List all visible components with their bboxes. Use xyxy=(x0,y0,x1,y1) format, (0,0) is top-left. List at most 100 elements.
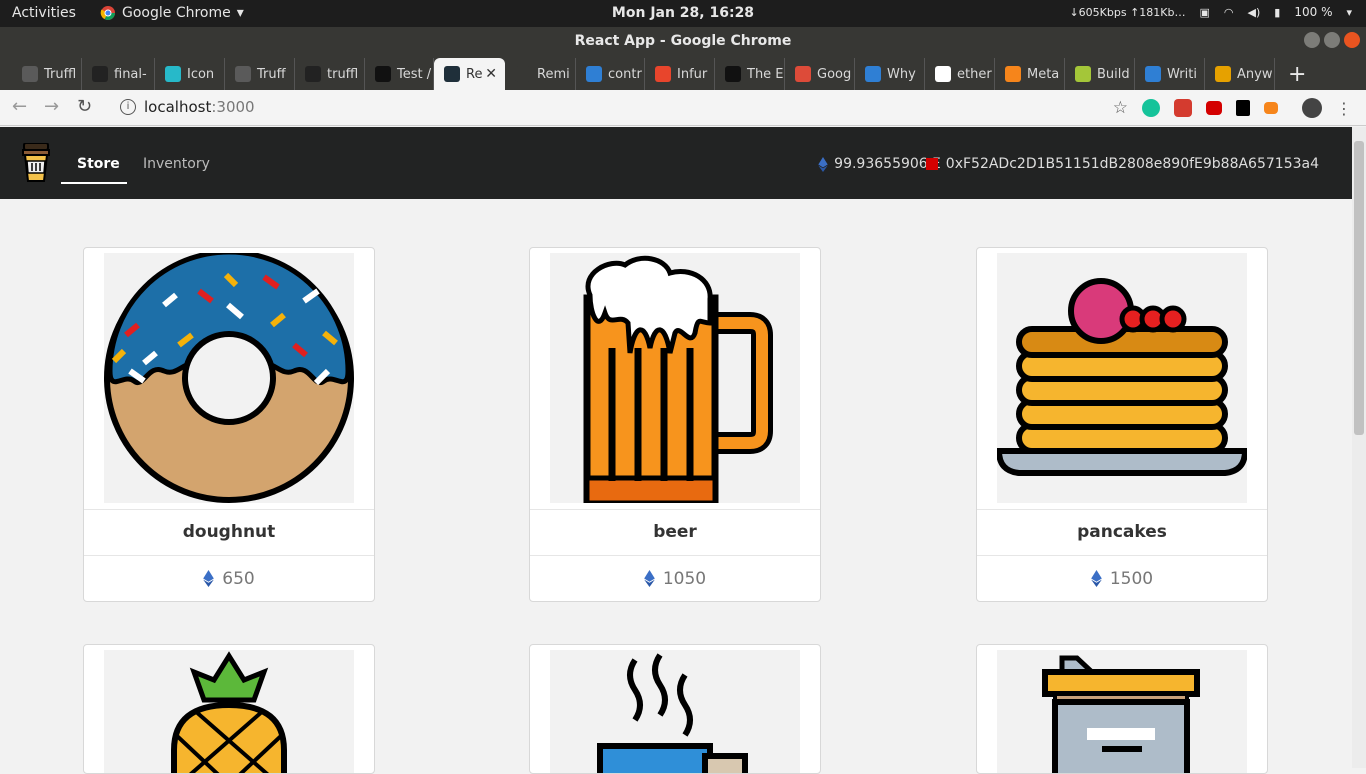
browser-tab[interactable]: Build xyxy=(1065,58,1135,90)
eth-balance: 99.93655906 Ξ xyxy=(818,156,941,172)
tab-label: The E xyxy=(747,66,784,82)
tab-favicon-icon xyxy=(22,66,38,82)
product-price-value: 1050 xyxy=(662,568,707,589)
tab-favicon-icon xyxy=(235,66,251,82)
forward-arrow-icon[interactable]: → xyxy=(44,96,59,117)
scrollbar-thumb[interactable] xyxy=(1354,141,1364,435)
back-arrow-icon[interactable]: ← xyxy=(12,96,27,117)
tab-favicon-icon xyxy=(935,66,951,82)
system-tray[interactable]: ↓605Kbps ↑181Kb… ▣ ◠ ◀) ▮ 100 % ▾ xyxy=(1069,5,1352,19)
maximize-button[interactable] xyxy=(1324,32,1340,48)
tab-label: final- xyxy=(114,66,147,82)
browser-tab[interactable]: truffl xyxy=(295,58,365,90)
wifi-icon: ◠ xyxy=(1223,5,1234,19)
browser-tab[interactable]: Icon xyxy=(155,58,225,90)
product-name: beer xyxy=(530,509,820,555)
tab-favicon-icon xyxy=(305,66,321,82)
tab-favicon-icon xyxy=(1215,66,1231,82)
window-controls xyxy=(1304,32,1360,48)
tab-favicon-icon xyxy=(586,66,602,82)
browser-tab[interactable]: Truffl xyxy=(12,58,82,90)
browser-tab[interactable]: ether xyxy=(925,58,995,90)
os-top-bar: Activities Google Chrome ▾ Mon Jan 28, 1… xyxy=(0,0,1366,27)
tab-label: Remi xyxy=(537,66,570,82)
tab-favicon-icon xyxy=(795,66,811,82)
product-price: 650 xyxy=(84,555,374,601)
url-port: :3000 xyxy=(211,98,255,116)
address-bar[interactable]: i localhost:3000 xyxy=(120,98,255,116)
tab-favicon-icon xyxy=(655,66,671,82)
tab-label: Anyw xyxy=(1237,66,1273,82)
cors-icon[interactable] xyxy=(1206,101,1222,115)
browser-tab[interactable]: Re ✕ xyxy=(434,58,505,90)
tab-favicon-icon xyxy=(1075,66,1091,82)
active-tab-indicator xyxy=(61,182,127,184)
browser-tab[interactable]: Truff xyxy=(225,58,295,90)
account-identicon xyxy=(925,158,938,170)
product-price-value: 650 xyxy=(222,568,255,589)
close-tab-icon[interactable]: ✕ xyxy=(485,66,497,82)
browser-tab[interactable]: Test / xyxy=(365,58,434,90)
grammarly-icon[interactable] xyxy=(1142,99,1160,117)
browser-tab[interactable]: Anyw xyxy=(1205,58,1275,90)
tab-favicon-icon xyxy=(165,66,181,82)
product-price: 1500 xyxy=(977,555,1267,601)
browser-tab[interactable]: Meta xyxy=(995,58,1065,90)
product-card[interactable]: pancakes 1500 xyxy=(976,247,1268,602)
star-icon[interactable]: ☆ xyxy=(1113,98,1128,118)
tab-favicon-icon xyxy=(515,66,531,82)
product-name: pancakes xyxy=(977,509,1267,555)
browser-tab[interactable]: Infur xyxy=(645,58,715,90)
ethereum-icon xyxy=(1091,570,1102,587)
net-speed: ↓605Kbps ↑181Kb… xyxy=(1069,5,1186,19)
tab-favicon-icon xyxy=(725,66,741,82)
metamask-icon[interactable] xyxy=(1264,102,1278,114)
extension-paw-icon[interactable] xyxy=(1236,100,1250,116)
coffee-cup-logo-icon[interactable] xyxy=(22,143,50,183)
reload-icon[interactable]: ↻ xyxy=(77,96,92,117)
battery-icon: ▮ xyxy=(1274,5,1281,19)
new-tab-button[interactable]: + xyxy=(1288,62,1306,87)
indicator-icon: ▣ xyxy=(1199,5,1210,19)
browser-tab[interactable]: final- xyxy=(82,58,155,90)
beer-image xyxy=(550,253,800,503)
close-window-button[interactable] xyxy=(1344,32,1360,48)
battery-level: 100 % xyxy=(1294,5,1333,19)
tab-label: Why xyxy=(887,66,916,82)
browser-tab[interactable]: Remi xyxy=(505,58,576,90)
menu-dots-icon[interactable]: ⋮ xyxy=(1336,99,1352,118)
account-address-text: 0xF52ADc2D1B51151dB2808e890fE9b88A657153… xyxy=(945,156,1319,172)
browser-tab[interactable]: contr xyxy=(576,58,645,90)
tab-favicon-icon xyxy=(865,66,881,82)
browser-tab[interactable]: Why xyxy=(855,58,925,90)
chevron-down-icon: ▾ xyxy=(1346,5,1352,19)
tab-label: Re xyxy=(466,66,483,82)
product-name: doughnut xyxy=(84,509,374,555)
ethereum-icon xyxy=(644,570,655,587)
tab-label: Truff xyxy=(257,66,286,82)
tab-label: Truffl xyxy=(44,66,77,82)
tab-label: Meta xyxy=(1027,66,1060,82)
tab-label: contr xyxy=(608,66,642,82)
extension-red-icon[interactable] xyxy=(1174,99,1192,117)
nav-store-tab[interactable]: Store xyxy=(77,156,120,172)
product-card[interactable] xyxy=(976,644,1268,774)
product-card[interactable]: doughnut 650 xyxy=(83,247,375,602)
product-card[interactable] xyxy=(83,644,375,774)
avatar[interactable] xyxy=(1302,98,1322,118)
app-navbar: Store Inventory 99.93655906 Ξ 0xF52ADc2D… xyxy=(0,127,1352,199)
tab-favicon-icon xyxy=(1145,66,1161,82)
info-icon[interactable]: i xyxy=(120,99,136,115)
ethereum-icon xyxy=(203,570,215,587)
product-card[interactable] xyxy=(529,644,821,774)
browser-tab[interactable]: Goog xyxy=(785,58,855,90)
tab-favicon-icon xyxy=(1005,66,1021,82)
browser-tab[interactable]: Writi xyxy=(1135,58,1205,90)
page-scrollbar[interactable] xyxy=(1352,127,1366,768)
nav-inventory-tab[interactable]: Inventory xyxy=(143,156,210,172)
minimize-button[interactable] xyxy=(1304,32,1320,48)
volume-icon: ◀) xyxy=(1247,5,1261,19)
browser-tab[interactable]: The E xyxy=(715,58,785,90)
product-card[interactable]: beer 1050 xyxy=(529,247,821,602)
window-title-bar: React App - Google Chrome xyxy=(0,27,1366,55)
